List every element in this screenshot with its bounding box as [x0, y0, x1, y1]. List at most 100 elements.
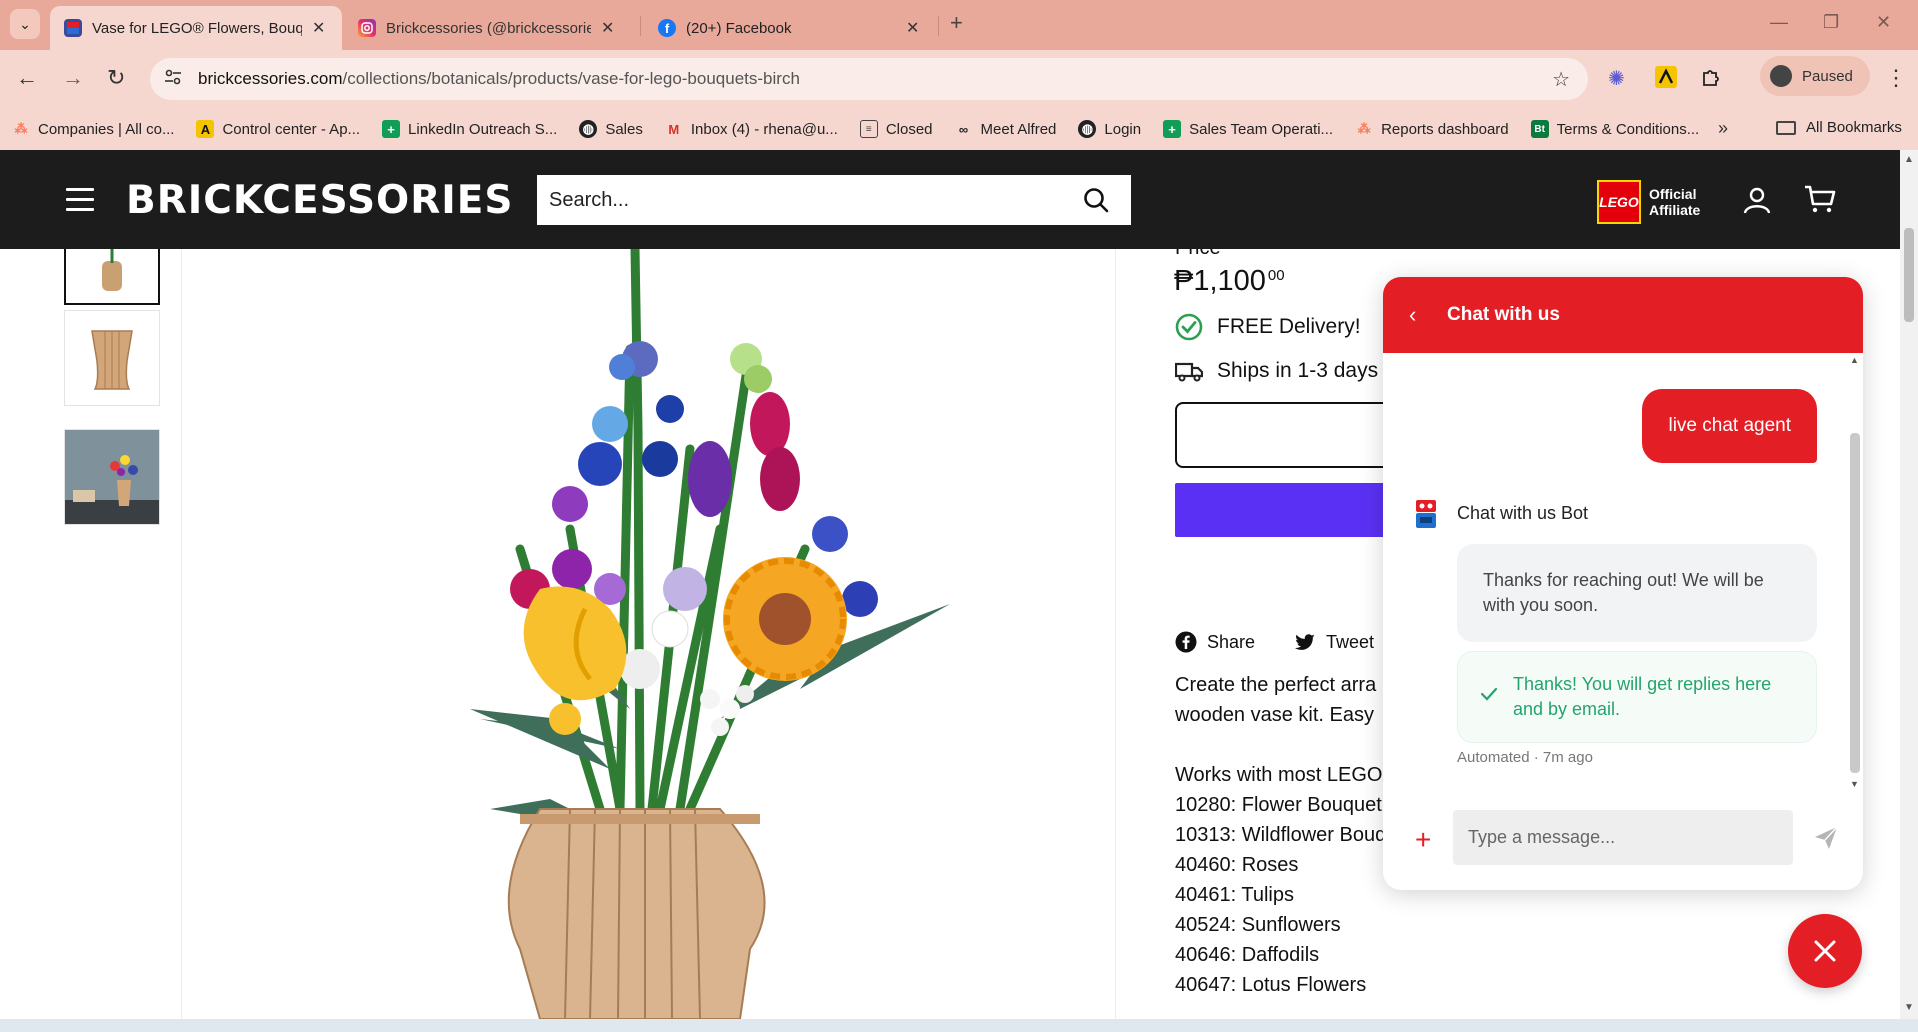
- profile-button[interactable]: Paused: [1760, 56, 1870, 96]
- search-input[interactable]: [537, 188, 1057, 212]
- lego-logo-icon: LEGO: [1597, 180, 1641, 224]
- reload-icon[interactable]: ↻: [107, 65, 125, 91]
- globe-icon: ◍: [1078, 120, 1097, 138]
- compatible-set: 10313: Wildflower Bouq: [1175, 824, 1387, 846]
- product-thumbnail[interactable]: [64, 310, 160, 406]
- avatar: [1770, 65, 1792, 87]
- folder-icon: [1776, 120, 1796, 135]
- new-tab-button[interactable]: +: [950, 10, 963, 36]
- bookmark-item[interactable]: ◍ Login: [1078, 120, 1141, 138]
- more-bookmarks-icon[interactable]: »: [1718, 118, 1728, 139]
- site-logo[interactable]: BRICKCESSORIES: [126, 178, 513, 223]
- bot-avatar-icon: [1416, 500, 1436, 528]
- buy-now-button[interactable]: [1175, 483, 1415, 537]
- scroll-down-arrow-icon[interactable]: ▼: [1850, 779, 1859, 789]
- scroll-up-arrow-icon[interactable]: ▲: [1904, 154, 1914, 165]
- bookmark-item[interactable]: + LinkedIn Outreach S...: [382, 120, 557, 138]
- forward-arrow-icon[interactable]: →: [62, 65, 84, 91]
- globe-icon: ◍: [579, 120, 598, 138]
- bookmark-item[interactable]: ≡ Closed: [859, 120, 933, 138]
- product-main-image[interactable]: [390, 249, 990, 1019]
- address-bar[interactable]: brickcessories.com/collections/botanical…: [150, 58, 1588, 100]
- bookmark-item[interactable]: ⁂ Companies | All co...: [12, 120, 175, 138]
- gmail-icon: M: [668, 121, 680, 137]
- compatible-set: 40461: Tulips: [1175, 884, 1294, 906]
- profile-status: Paused: [1802, 67, 1853, 85]
- product-thumbnail[interactable]: [64, 429, 160, 525]
- all-bookmarks-button[interactable]: All Bookmarks: [1776, 119, 1902, 136]
- page-scroll-thumb[interactable]: [1904, 228, 1914, 322]
- extension-puzzle-purple-icon[interactable]: ✺: [1608, 66, 1625, 91]
- bookmark-item[interactable]: ∞ Meet Alfred: [955, 120, 1057, 138]
- close-tab-icon[interactable]: ✕: [906, 18, 919, 38]
- bookmark-item[interactable]: M Inbox (4) - rhena@u...: [665, 120, 837, 138]
- site-info-icon[interactable]: [164, 69, 186, 90]
- bookmarks-bar: ⁂ Companies | All co... A Control center -…: [0, 108, 1918, 150]
- share-button[interactable]: Share: [1175, 631, 1255, 653]
- tab-separator: [640, 16, 641, 36]
- compatible-set: 40647: Lotus Flowers: [1175, 974, 1367, 996]
- price-label: Price: [1175, 249, 1221, 260]
- doc-icon: ≡: [859, 120, 878, 138]
- add-to-cart-button[interactable]: [1175, 402, 1415, 468]
- restore-window-icon[interactable]: ❐: [1823, 12, 1839, 33]
- search-icon[interactable]: [1083, 187, 1109, 213]
- menu-hamburger-icon[interactable]: [66, 188, 94, 218]
- alfred-icon: ∞: [958, 121, 969, 137]
- check-circle-icon: [1175, 313, 1203, 341]
- hubspot-icon: ⁂: [14, 121, 28, 136]
- chevron-left-icon[interactable]: ‹: [1409, 302, 1439, 328]
- chat-scroll-thumb[interactable]: [1850, 433, 1860, 773]
- site-search: [537, 175, 1131, 225]
- tab-title: Brickcessories (@brickcessories): [386, 19, 591, 37]
- product-thumbnail[interactable]: [64, 249, 160, 305]
- close-icon: [1814, 940, 1836, 962]
- chat-close-button[interactable]: [1788, 914, 1862, 988]
- url-text[interactable]: brickcessories.com/collections/botanical…: [198, 69, 800, 89]
- tab-title: (20+) Facebook: [686, 19, 792, 37]
- chat-header: ‹ Chat with us: [1383, 277, 1863, 353]
- compatible-set: 10280: Flower Bouquet: [1175, 794, 1382, 816]
- instagram-icon: [358, 19, 376, 37]
- extensions-icon[interactable]: [1700, 66, 1722, 94]
- bookmark-star-icon[interactable]: ☆: [1552, 67, 1570, 92]
- product-price: ₱1,100 00: [1174, 265, 1285, 297]
- page-scrollbar[interactable]: ▲ ▼: [1900, 150, 1918, 1019]
- bookmark-item[interactable]: Bt Terms & Conditions...: [1530, 120, 1699, 138]
- scroll-up-arrow-icon[interactable]: ▲: [1850, 355, 1859, 365]
- tab-facebook[interactable]: f (20+) Facebook ✕: [644, 6, 936, 50]
- chat-scrollbar[interactable]: ▲ ▼: [1847, 353, 1861, 793]
- scroll-down-arrow-icon[interactable]: ▼: [1904, 1002, 1914, 1013]
- free-delivery-feature: FREE Delivery!: [1175, 313, 1361, 341]
- tweet-button[interactable]: Tweet: [1294, 631, 1374, 653]
- compatible-set: 40524: Sunflowers: [1175, 914, 1341, 936]
- brickcessories-favicon-icon: [64, 19, 82, 37]
- add-attachment-icon[interactable]: +: [1415, 824, 1431, 856]
- compatibility-heading: Works with most LEGO: [1175, 764, 1383, 786]
- close-tab-icon[interactable]: ✕: [601, 18, 614, 38]
- send-icon[interactable]: [1813, 825, 1839, 851]
- close-window-icon[interactable]: ✕: [1876, 12, 1891, 33]
- browser-menu-icon[interactable]: ⋮: [1885, 65, 1907, 91]
- tab-vase-product[interactable]: Vase for LEGO® Flowers, Bouquets ✕: [50, 6, 342, 50]
- tab-search-button[interactable]: ⌄: [10, 9, 40, 39]
- bookmark-item[interactable]: A Control center - Ap...: [196, 120, 360, 138]
- site-header: BRICKCESSORIES LEGO Official Affiliate: [0, 150, 1900, 249]
- back-arrow-icon[interactable]: ←: [16, 65, 38, 91]
- bookmark-item[interactable]: + Sales Team Operati...: [1163, 120, 1333, 138]
- apollo-extension-icon[interactable]: [1655, 66, 1677, 94]
- tab-instagram[interactable]: Brickcessories (@brickcessories) ✕: [344, 6, 636, 50]
- user-message-bubble: live chat agent: [1642, 389, 1817, 463]
- minimize-window-icon[interactable]: —: [1770, 12, 1788, 33]
- browser-toolbar: ← → ↻ brickcessories.com/collections/bot…: [0, 50, 1918, 108]
- sheets-icon: +: [382, 120, 401, 138]
- url-host: brickcessories.com: [198, 69, 343, 88]
- account-icon[interactable]: [1743, 186, 1771, 214]
- chat-message-input[interactable]: [1453, 810, 1793, 865]
- bookmark-item[interactable]: ⁂ Reports dashboard: [1355, 120, 1509, 138]
- close-tab-icon[interactable]: ✕: [312, 18, 325, 38]
- cart-icon[interactable]: [1804, 184, 1836, 214]
- chat-widget: ‹ Chat with us ▲ ▼ live chat agent Chat …: [1383, 277, 1863, 890]
- taskbar-edge: [0, 1019, 1918, 1032]
- bookmark-item[interactable]: ◍ Sales: [579, 120, 643, 138]
